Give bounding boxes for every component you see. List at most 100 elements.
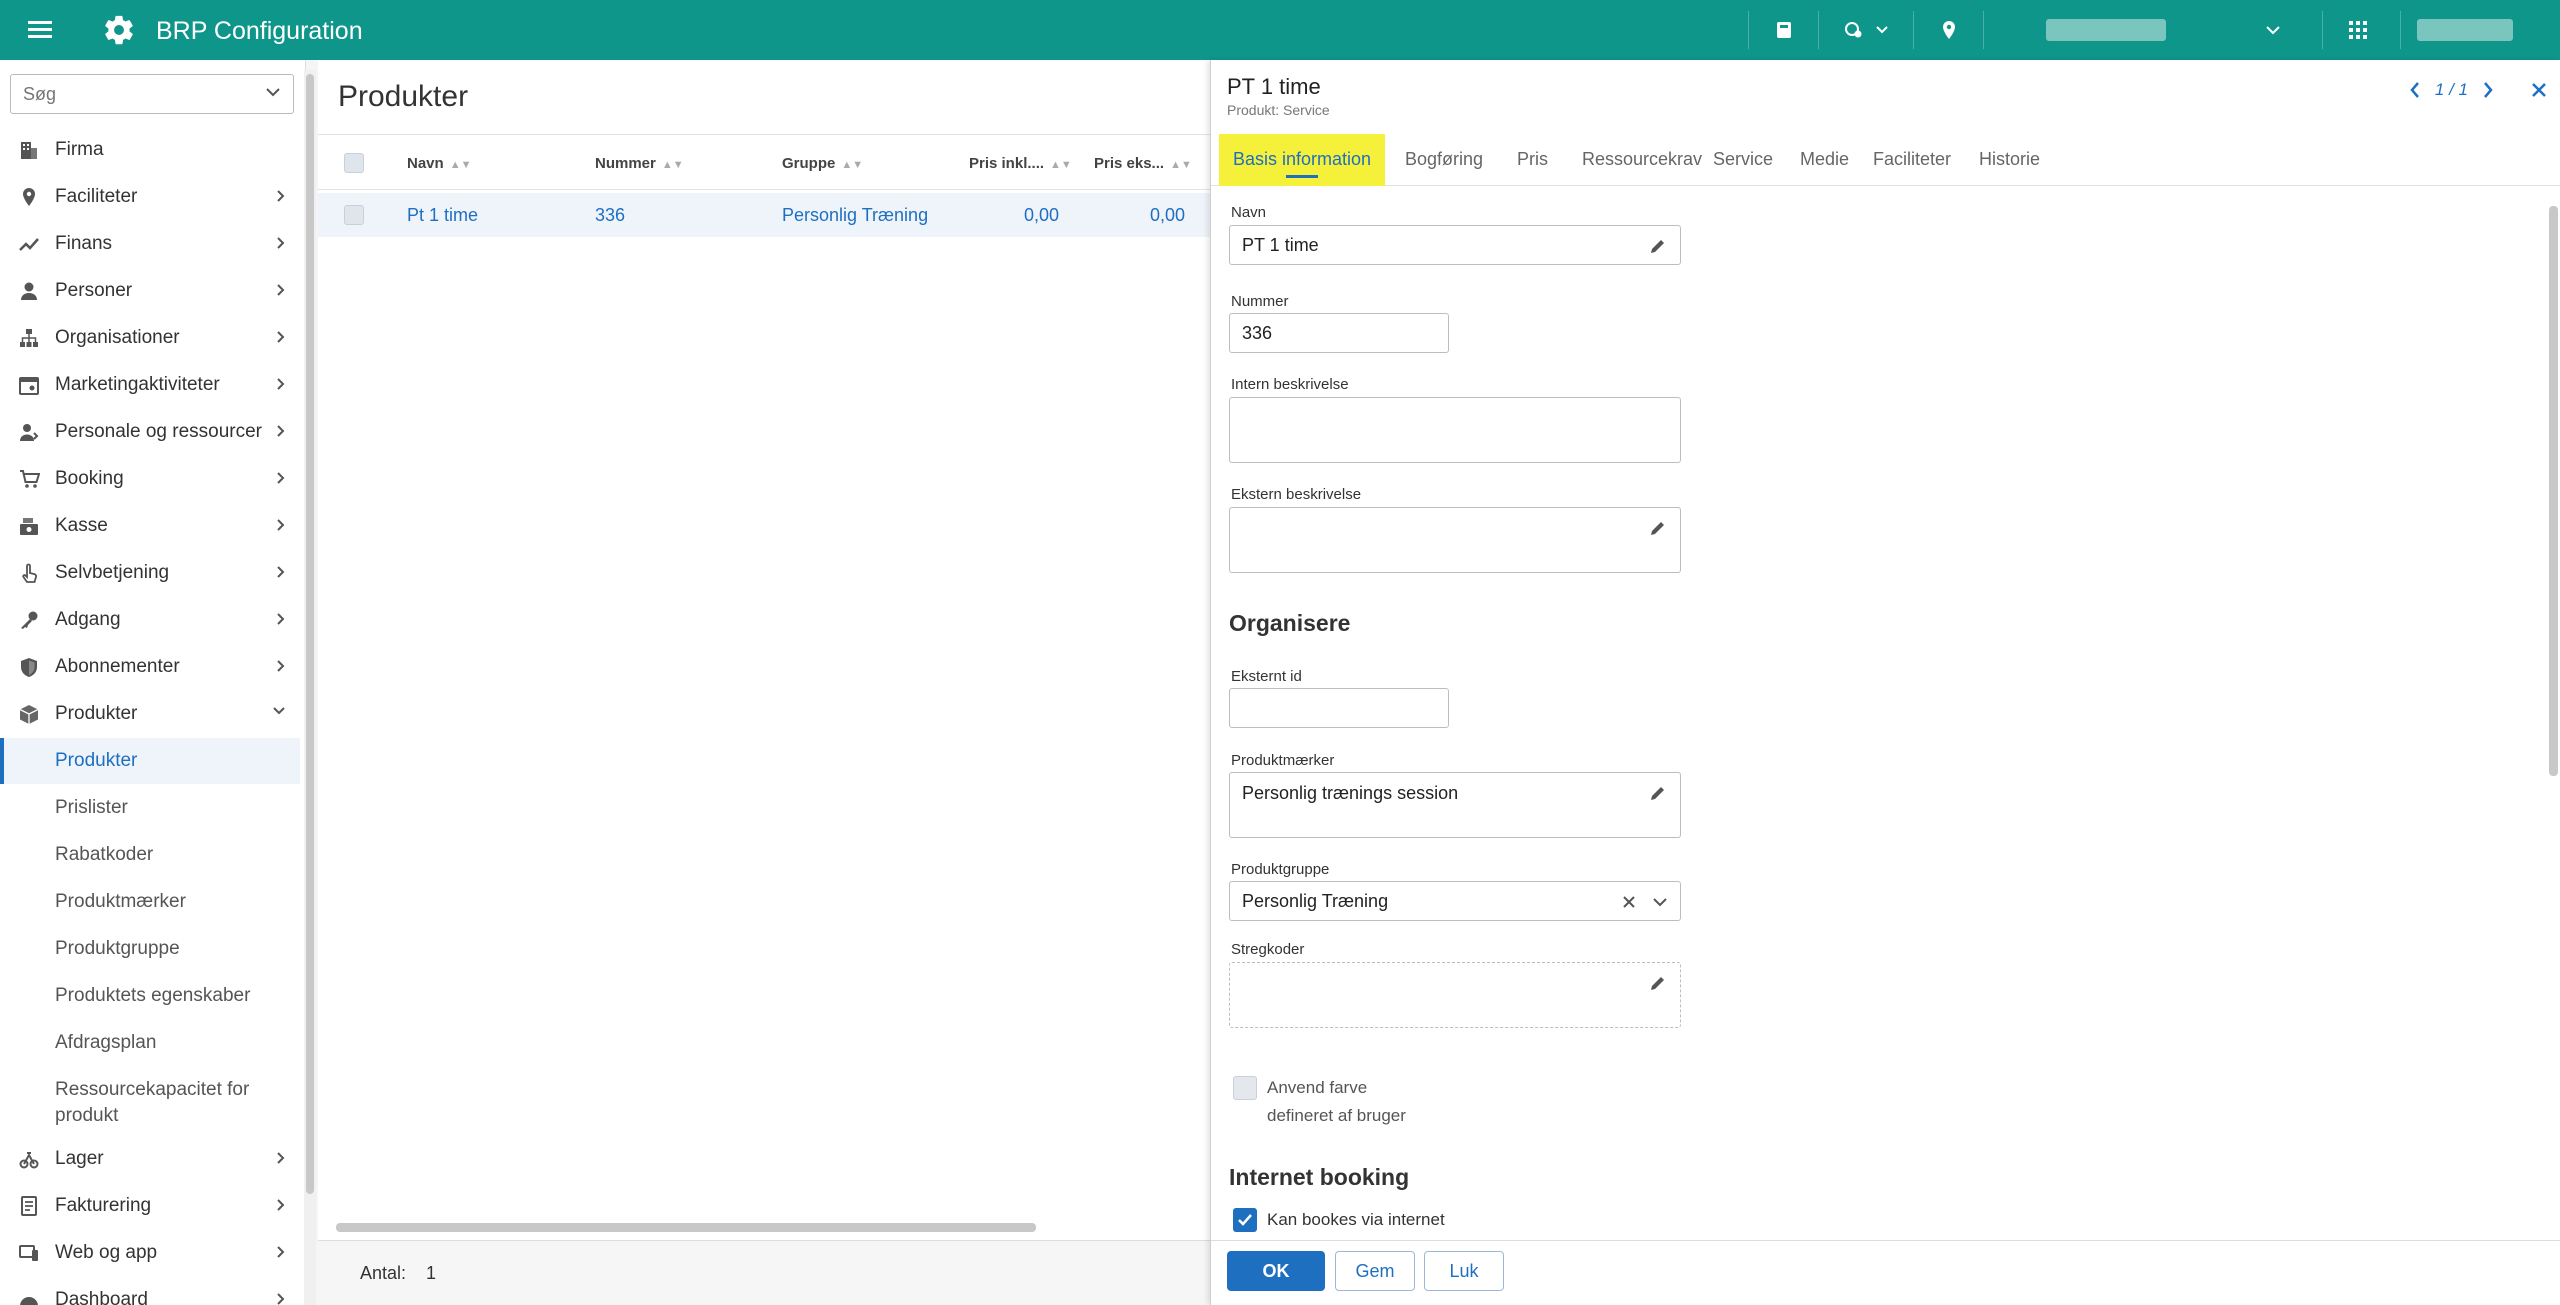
intern-beskrivelse-field[interactable]: [1229, 397, 1681, 463]
location-pin-button[interactable]: [1913, 11, 1983, 49]
row-checkbox[interactable]: [344, 205, 364, 225]
chevron-down-icon: [273, 707, 285, 715]
navn-field[interactable]: PT 1 time: [1229, 225, 1681, 265]
chevron-down-icon[interactable]: [265, 86, 281, 98]
calculator-button[interactable]: [1748, 11, 1818, 49]
chevron-left-icon[interactable]: [2409, 81, 2421, 99]
column-header-pris-inkl[interactable]: Pris inkl.... ▲▼: [969, 155, 1072, 172]
sidebar-subitem-ressourcekapacitet[interactable]: Ressourcekapacitet for produkt: [0, 1067, 300, 1139]
table-header: Navn ▲▼ Nummer ▲▼ Gruppe ▲▼ Pris inkl.... ▲▼…: [318, 134, 1210, 190]
tab-service[interactable]: Service: [1699, 134, 1787, 186]
calendar-event-icon: [19, 377, 39, 395]
luk-button[interactable]: Luk: [1424, 1251, 1504, 1291]
sidebar-item-dashboard[interactable]: Dashboard: [0, 1277, 300, 1305]
sidebar-scrollbar[interactable]: [304, 70, 316, 1305]
tab-historie[interactable]: Historie: [1965, 134, 2054, 186]
scrollbar-thumb[interactable]: [2549, 206, 2558, 776]
sidebar-item-produkter[interactable]: Produkter: [0, 691, 300, 737]
chevron-right-icon: [277, 566, 285, 578]
scrollbar-thumb[interactable]: [336, 1223, 1036, 1232]
eksternt-id-field[interactable]: [1229, 688, 1449, 728]
apps-grid-icon: [2348, 21, 2367, 39]
sidebar-subitem-produktgruppe[interactable]: Produktgruppe: [0, 926, 300, 972]
location-select[interactable]: [1983, 11, 2303, 49]
select-all-checkbox[interactable]: [344, 153, 364, 173]
sidebar-search[interactable]: [10, 74, 294, 114]
column-header-pris-eks[interactable]: Pris eks... ▲▼: [1094, 155, 1192, 172]
horizontal-scrollbar[interactable]: [326, 1220, 1206, 1234]
location-settings-dropdown[interactable]: [1818, 11, 1913, 49]
detail-title: PT 1 time: [1227, 74, 1321, 99]
sidebar-subitem-prislister[interactable]: Prislister: [0, 785, 300, 831]
search-input[interactable]: [11, 75, 241, 113]
sidebar-item-web-og-app[interactable]: Web og app: [0, 1230, 300, 1276]
sidebar-item-personale[interactable]: Personale og ressourcer: [0, 409, 300, 455]
cart-icon: [20, 470, 40, 488]
tab-faciliteter[interactable]: Faciliteter: [1859, 134, 1965, 186]
chevron-down-icon: [1876, 26, 1888, 34]
pencil-icon[interactable]: [1648, 783, 1668, 803]
sidebar-subitem-rabatkoder[interactable]: Rabatkoder: [0, 832, 300, 878]
scrollbar-thumb[interactable]: [306, 74, 314, 1194]
cell-nummer[interactable]: 336: [595, 205, 625, 226]
pencil-icon[interactable]: [1648, 973, 1668, 993]
sidebar-item-booking[interactable]: Booking: [0, 456, 300, 502]
chevron-right-icon[interactable]: [2482, 81, 2494, 99]
sidebar-item-label: Firma: [55, 139, 104, 160]
produktgruppe-select[interactable]: Personlig Træning: [1229, 881, 1681, 921]
sidebar-subitem-afdragsplan[interactable]: Afdragsplan: [0, 1020, 300, 1066]
cell-pris-inkl[interactable]: 0,00: [1024, 205, 1059, 226]
produktmaerker-field[interactable]: Personlig trænings session: [1229, 772, 1681, 838]
chevron-down-icon[interactable]: [1652, 897, 1668, 907]
cell-pris-eks[interactable]: 0,00: [1150, 205, 1185, 226]
tab-medie[interactable]: Medie: [1786, 134, 1863, 186]
tab-ressourcekrav[interactable]: Ressourcekrav: [1568, 134, 1716, 186]
produktmaerker-label: Produktmærker: [1231, 752, 1335, 769]
sidebar-item-firma[interactable]: Firma: [0, 127, 300, 173]
apps-grid-button[interactable]: [2322, 11, 2392, 49]
sidebar-item-lager[interactable]: Lager: [0, 1136, 300, 1182]
intern-beskrivelse-label: Intern beskrivelse: [1231, 376, 1349, 393]
cell-gruppe[interactable]: Personlig Træning: [782, 205, 928, 226]
column-header-nummer[interactable]: Nummer ▲▼: [595, 155, 684, 172]
pencil-icon[interactable]: [1648, 518, 1668, 538]
pencil-icon[interactable]: [1648, 236, 1668, 256]
count-value: 1: [426, 1263, 437, 1283]
tab-pris[interactable]: Pris: [1503, 134, 1562, 186]
ok-button[interactable]: OK: [1227, 1251, 1325, 1291]
column-header-navn[interactable]: Navn ▲▼: [407, 155, 471, 172]
redacted-location: [2046, 19, 2166, 41]
tab-basis-information[interactable]: Basis information: [1219, 134, 1386, 186]
sidebar-item-faciliteter[interactable]: Faciliteter: [0, 174, 300, 220]
stregkoder-field[interactable]: [1229, 962, 1681, 1028]
sidebar-item-marketingaktiviteter[interactable]: Marketingaktiviteter: [0, 362, 300, 408]
sidebar-item-organisationer[interactable]: Organisationer: [0, 315, 300, 361]
sidebar-subitem-produkter[interactable]: Produkter: [0, 738, 300, 784]
cell-navn[interactable]: Pt 1 time: [407, 205, 478, 226]
ekstern-beskrivelse-field[interactable]: [1229, 507, 1681, 573]
sidebar-item-finans[interactable]: Finans: [0, 221, 300, 267]
close-icon[interactable]: [2530, 81, 2548, 99]
kan-bookes-checkbox[interactable]: [1233, 1208, 1257, 1232]
tab-bogforing[interactable]: Bogføring: [1391, 134, 1497, 186]
column-header-gruppe[interactable]: Gruppe ▲▼: [782, 155, 863, 172]
table-row[interactable]: Pt 1 time 336 Personlig Træning 0,00 0,0…: [318, 193, 1210, 237]
gem-button[interactable]: Gem: [1335, 1251, 1415, 1291]
user-menu[interactable]: [2400, 11, 2560, 49]
sidebar-subitem-produktmaerker[interactable]: Produktmærker: [0, 879, 300, 925]
sidebar-subitem-produktets-egenskaber[interactable]: Produktets egenskaber: [0, 973, 300, 1019]
chevron-right-icon: [277, 190, 285, 202]
sidebar-item-selvbetjening[interactable]: Selvbetjening: [0, 550, 300, 596]
hamburger-menu-icon[interactable]: [28, 21, 52, 39]
detail-scrollbar[interactable]: [2546, 186, 2560, 1302]
anvend-farve-checkbox[interactable]: [1233, 1076, 1257, 1100]
sidebar-item-kasse[interactable]: Kasse: [0, 503, 300, 549]
sidebar-item-adgang[interactable]: Adgang: [0, 597, 300, 643]
sidebar-item-abonnementer[interactable]: Abonnementer: [0, 644, 300, 690]
nummer-field[interactable]: 336: [1229, 313, 1449, 353]
location-gear-icon: [1845, 22, 1862, 38]
sidebar-item-fakturering[interactable]: Fakturering: [0, 1183, 300, 1229]
sidebar-item-personer[interactable]: Personer: [0, 268, 300, 314]
navn-label: Navn: [1231, 204, 1267, 221]
clear-icon[interactable]: [1622, 895, 1636, 909]
